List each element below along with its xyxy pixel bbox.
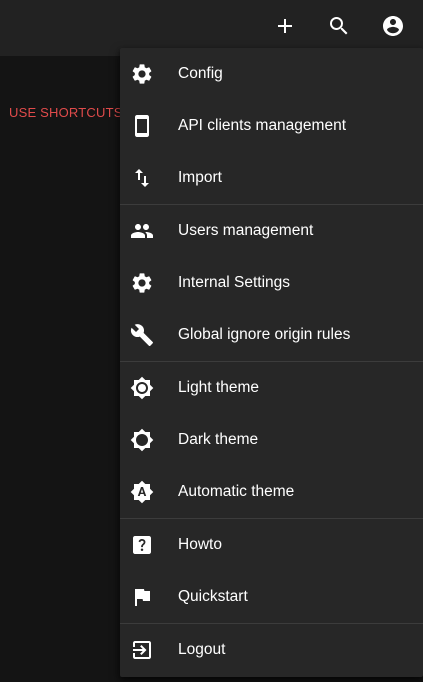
menu-item-light-theme[interactable]: Light theme bbox=[120, 362, 423, 414]
menu-item-quickstart[interactable]: Quickstart bbox=[120, 571, 423, 623]
gear-icon bbox=[130, 271, 154, 295]
menu-item-label: Automatic theme bbox=[178, 483, 295, 500]
menu-group-5: Logout bbox=[120, 624, 423, 676]
menu-item-label: Internal Settings bbox=[178, 274, 291, 291]
account-circle-icon bbox=[381, 14, 405, 43]
menu-item-api-clients[interactable]: API clients management bbox=[120, 100, 423, 152]
use-shortcuts-link[interactable]: USE SHORTCUTS bbox=[9, 105, 123, 120]
menu-group-4: Howto Quickstart bbox=[120, 519, 423, 624]
plus-icon bbox=[273, 14, 297, 43]
menu-item-label: Quickstart bbox=[178, 588, 248, 605]
menu-item-users-management[interactable]: Users management bbox=[120, 205, 423, 257]
menu-item-label: Users management bbox=[178, 222, 314, 239]
brightness-dark-icon bbox=[130, 428, 154, 452]
menu-item-label: Global ignore origin rules bbox=[178, 326, 351, 343]
menu-item-global-ignore-origin-rules[interactable]: Global ignore origin rules bbox=[120, 309, 423, 361]
menu-item-label: Light theme bbox=[178, 379, 259, 396]
brightness-auto-icon bbox=[130, 480, 154, 504]
search-button[interactable] bbox=[317, 6, 361, 50]
search-icon bbox=[327, 14, 351, 43]
brightness-light-icon bbox=[130, 376, 154, 400]
menu-group-2: Users management Internal Settings Globa… bbox=[120, 205, 423, 362]
flag-icon bbox=[130, 585, 154, 609]
smartphone-icon bbox=[130, 114, 154, 138]
menu-item-label: Logout bbox=[178, 641, 226, 658]
menu-group-1: Config API clients management Import bbox=[120, 48, 423, 205]
menu-item-label: Config bbox=[178, 65, 223, 82]
menu-item-howto[interactable]: Howto bbox=[120, 519, 423, 571]
account-button[interactable] bbox=[371, 6, 415, 50]
menu-item-config[interactable]: Config bbox=[120, 48, 423, 100]
menu-group-3: Light theme Dark theme Automatic theme bbox=[120, 362, 423, 519]
wrench-icon bbox=[130, 323, 154, 347]
menu-item-automatic-theme[interactable]: Automatic theme bbox=[120, 466, 423, 518]
help-box-icon bbox=[130, 533, 154, 557]
account-menu: Config API clients management Import Use… bbox=[120, 48, 423, 677]
menu-item-label: Import bbox=[178, 169, 222, 186]
menu-item-import[interactable]: Import bbox=[120, 152, 423, 204]
exit-to-app-icon bbox=[130, 638, 154, 662]
menu-item-logout[interactable]: Logout bbox=[120, 624, 423, 676]
menu-item-internal-settings[interactable]: Internal Settings bbox=[120, 257, 423, 309]
swap-vertical-icon bbox=[130, 166, 154, 190]
gear-icon bbox=[130, 62, 154, 86]
menu-item-label: API clients management bbox=[178, 117, 347, 134]
add-button[interactable] bbox=[263, 6, 307, 50]
people-icon bbox=[130, 219, 154, 243]
menu-item-label: Howto bbox=[178, 536, 222, 553]
menu-item-dark-theme[interactable]: Dark theme bbox=[120, 414, 423, 466]
menu-item-label: Dark theme bbox=[178, 431, 259, 448]
